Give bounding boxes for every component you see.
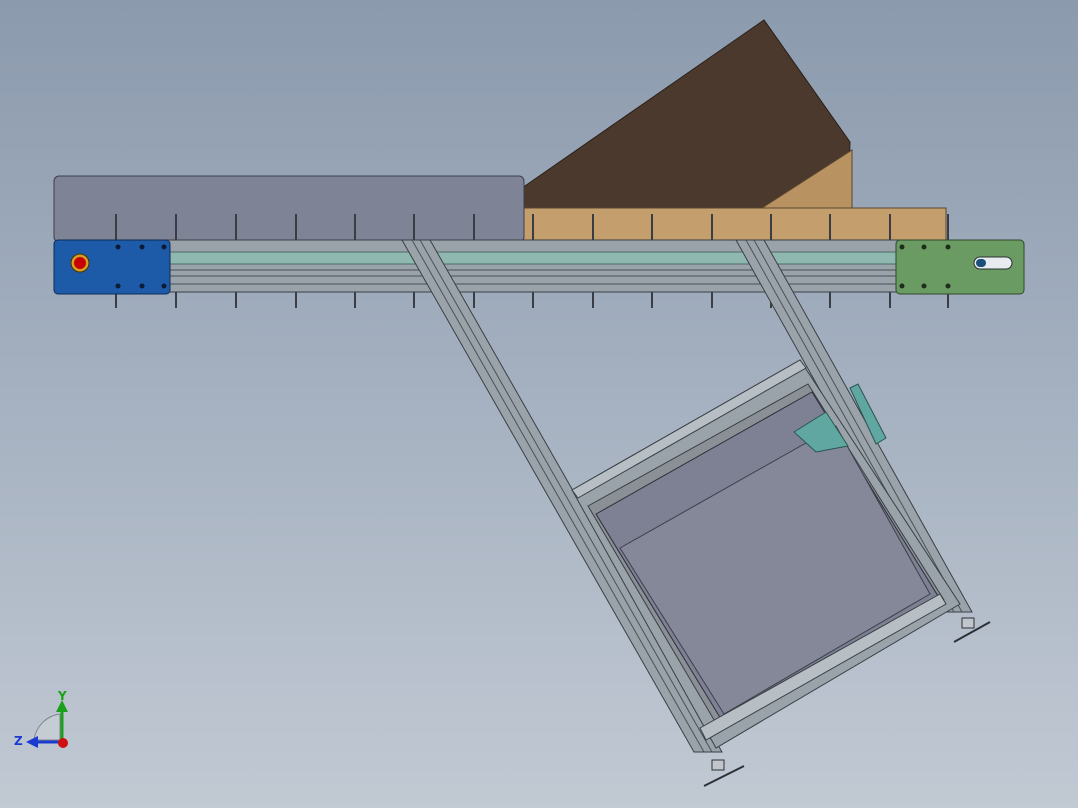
coordinate-triad-icon: Y Z [14, 689, 68, 748]
collection-cart[interactable] [571, 359, 961, 749]
emergency-stop-button[interactable] [74, 257, 86, 269]
conveyor-frame[interactable] [159, 239, 903, 293]
right-end-cap[interactable] [895, 239, 1025, 295]
cad-graphics-viewport[interactable]: Y Z [0, 0, 1078, 808]
side-guard-panel[interactable] [53, 175, 525, 243]
triad-y-label: Y [57, 689, 67, 703]
hopper-chute[interactable] [521, 19, 947, 241]
assembly-model[interactable]: Y Z [0, 0, 1078, 808]
triad-z-label: Z [14, 734, 23, 748]
left-end-cap[interactable] [53, 239, 171, 295]
